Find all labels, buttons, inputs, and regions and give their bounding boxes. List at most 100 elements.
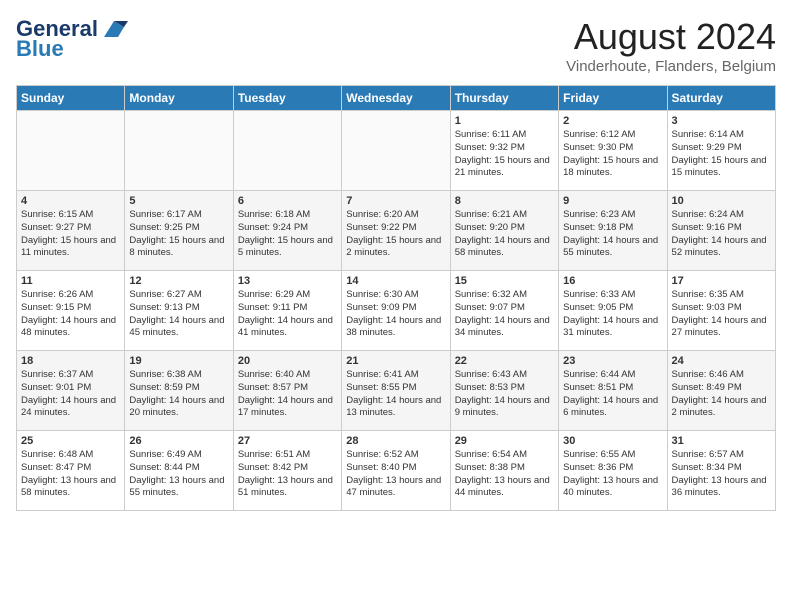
day-info: Sunrise: 6:11 AM [455, 129, 554, 142]
calendar-cell: 7Sunrise: 6:20 AMSunset: 9:22 PMDaylight… [342, 191, 450, 271]
day-number: 19 [129, 355, 228, 367]
day-info: Sunrise: 6:40 AM [238, 369, 337, 382]
day-info: Daylight: 15 hours and 15 minutes. [672, 155, 771, 181]
day-info: Sunset: 9:05 PM [563, 302, 662, 315]
calendar-cell: 30Sunrise: 6:55 AMSunset: 8:36 PMDayligh… [559, 431, 667, 511]
day-info: Sunset: 9:20 PM [455, 222, 554, 235]
day-info: Sunrise: 6:43 AM [455, 369, 554, 382]
calendar-table: SundayMondayTuesdayWednesdayThursdayFrid… [16, 85, 776, 511]
calendar-cell: 29Sunrise: 6:54 AMSunset: 8:38 PMDayligh… [450, 431, 558, 511]
day-number: 8 [455, 195, 554, 207]
header-row: SundayMondayTuesdayWednesdayThursdayFrid… [17, 86, 776, 111]
day-header-monday: Monday [125, 86, 233, 111]
day-number: 5 [129, 195, 228, 207]
day-number: 2 [563, 115, 662, 127]
calendar-cell: 31Sunrise: 6:57 AMSunset: 8:34 PMDayligh… [667, 431, 775, 511]
day-info: Sunset: 8:40 PM [346, 462, 445, 475]
day-header-saturday: Saturday [667, 86, 775, 111]
day-info: Sunrise: 6:24 AM [672, 209, 771, 222]
day-number: 25 [21, 435, 120, 447]
day-info: Sunset: 8:36 PM [563, 462, 662, 475]
day-info: Daylight: 14 hours and 55 minutes. [563, 235, 662, 261]
day-info: Daylight: 14 hours and 13 minutes. [346, 395, 445, 421]
day-info: Sunset: 9:27 PM [21, 222, 120, 235]
calendar-cell: 12Sunrise: 6:27 AMSunset: 9:13 PMDayligh… [125, 271, 233, 351]
day-info: Sunrise: 6:23 AM [563, 209, 662, 222]
day-number: 14 [346, 275, 445, 287]
day-info: Sunrise: 6:51 AM [238, 449, 337, 462]
day-info: Sunrise: 6:41 AM [346, 369, 445, 382]
day-info: Sunrise: 6:35 AM [672, 289, 771, 302]
day-info: Sunset: 9:07 PM [455, 302, 554, 315]
day-info: Sunrise: 6:21 AM [455, 209, 554, 222]
day-number: 6 [238, 195, 337, 207]
day-info: Sunset: 9:24 PM [238, 222, 337, 235]
calendar-cell [17, 111, 125, 191]
day-number: 17 [672, 275, 771, 287]
day-info: Sunrise: 6:44 AM [563, 369, 662, 382]
day-info: Sunset: 9:30 PM [563, 142, 662, 155]
week-row-3: 11Sunrise: 6:26 AMSunset: 9:15 PMDayligh… [17, 271, 776, 351]
calendar-cell: 6Sunrise: 6:18 AMSunset: 9:24 PMDaylight… [233, 191, 341, 271]
day-info: Sunrise: 6:46 AM [672, 369, 771, 382]
day-info: Sunset: 9:25 PM [129, 222, 228, 235]
day-info: Sunrise: 6:29 AM [238, 289, 337, 302]
day-info: Sunset: 8:38 PM [455, 462, 554, 475]
day-number: 11 [21, 275, 120, 287]
day-info: Sunrise: 6:48 AM [21, 449, 120, 462]
day-info: Sunrise: 6:12 AM [563, 129, 662, 142]
day-info: Sunrise: 6:14 AM [672, 129, 771, 142]
day-info: Sunset: 8:53 PM [455, 382, 554, 395]
calendar-cell: 3Sunrise: 6:14 AMSunset: 9:29 PMDaylight… [667, 111, 775, 191]
day-info: Sunset: 8:59 PM [129, 382, 228, 395]
day-number: 30 [563, 435, 662, 447]
day-info: Sunset: 9:15 PM [21, 302, 120, 315]
calendar-cell: 14Sunrise: 6:30 AMSunset: 9:09 PMDayligh… [342, 271, 450, 351]
calendar-cell: 28Sunrise: 6:52 AMSunset: 8:40 PMDayligh… [342, 431, 450, 511]
day-info: Sunrise: 6:38 AM [129, 369, 228, 382]
day-info: Daylight: 15 hours and 21 minutes. [455, 155, 554, 181]
location-subtitle: Vinderhoute, Flanders, Belgium [566, 58, 776, 75]
day-info: Sunrise: 6:37 AM [21, 369, 120, 382]
day-info: Daylight: 14 hours and 20 minutes. [129, 395, 228, 421]
day-info: Sunset: 9:13 PM [129, 302, 228, 315]
calendar-cell: 4Sunrise: 6:15 AMSunset: 9:27 PMDaylight… [17, 191, 125, 271]
day-info: Sunrise: 6:20 AM [346, 209, 445, 222]
day-info: Daylight: 13 hours and 58 minutes. [21, 475, 120, 501]
calendar-cell [342, 111, 450, 191]
logo-blue: Blue [16, 36, 64, 62]
calendar-cell: 25 Sunrise: 6:48 AMSunset: 8:47 PMDayligh… [17, 431, 125, 511]
day-info: Sunrise: 6:54 AM [455, 449, 554, 462]
day-info: Daylight: 14 hours and 17 minutes. [238, 395, 337, 421]
day-number: 31 [672, 435, 771, 447]
day-info: Sunset: 8:55 PM [346, 382, 445, 395]
day-number: 16 [563, 275, 662, 287]
day-info: Sunrise: 6:55 AM [563, 449, 662, 462]
day-info: Sunset: 8:51 PM [563, 382, 662, 395]
day-info: Daylight: 15 hours and 18 minutes. [563, 155, 662, 181]
calendar-cell: 1Sunrise: 6:11 AMSunset: 9:32 PMDaylight… [450, 111, 558, 191]
calendar-cell: 18Sunrise: 6:37 AMSunset: 9:01 PMDayligh… [17, 351, 125, 431]
day-info: Sunrise: 6:17 AM [129, 209, 228, 222]
calendar-cell: 19 Sunrise: 6:38 AMSunset: 8:59 PMDayligh… [125, 351, 233, 431]
day-number: 18 [21, 355, 120, 367]
day-info: Daylight: 14 hours and 9 minutes. [455, 395, 554, 421]
day-info: Daylight: 15 hours and 2 minutes. [346, 235, 445, 261]
week-row-1: 1Sunrise: 6:11 AMSunset: 9:32 PMDaylight… [17, 111, 776, 191]
calendar-cell: 9Sunrise: 6:23 AMSunset: 9:18 PMDaylight… [559, 191, 667, 271]
day-info: Daylight: 14 hours and 6 minutes. [563, 395, 662, 421]
day-number: 21 [346, 355, 445, 367]
calendar-cell: 2 Sunrise: 6:12 AMSunset: 9:30 PMDaylight… [559, 111, 667, 191]
day-info: Sunset: 8:47 PM [21, 462, 120, 475]
day-info: Daylight: 14 hours and 48 minutes. [21, 315, 120, 341]
day-info: Sunset: 8:57 PM [238, 382, 337, 395]
day-header-wednesday: Wednesday [342, 86, 450, 111]
day-info: Daylight: 15 hours and 5 minutes. [238, 235, 337, 261]
day-number: 24 [672, 355, 771, 367]
logo: General Blue [16, 16, 128, 62]
day-number: 4 [21, 195, 120, 207]
day-info: Daylight: 14 hours and 34 minutes. [455, 315, 554, 341]
day-info: Sunset: 9:29 PM [672, 142, 771, 155]
day-info: Sunset: 9:01 PM [21, 382, 120, 395]
day-number: 23 [563, 355, 662, 367]
